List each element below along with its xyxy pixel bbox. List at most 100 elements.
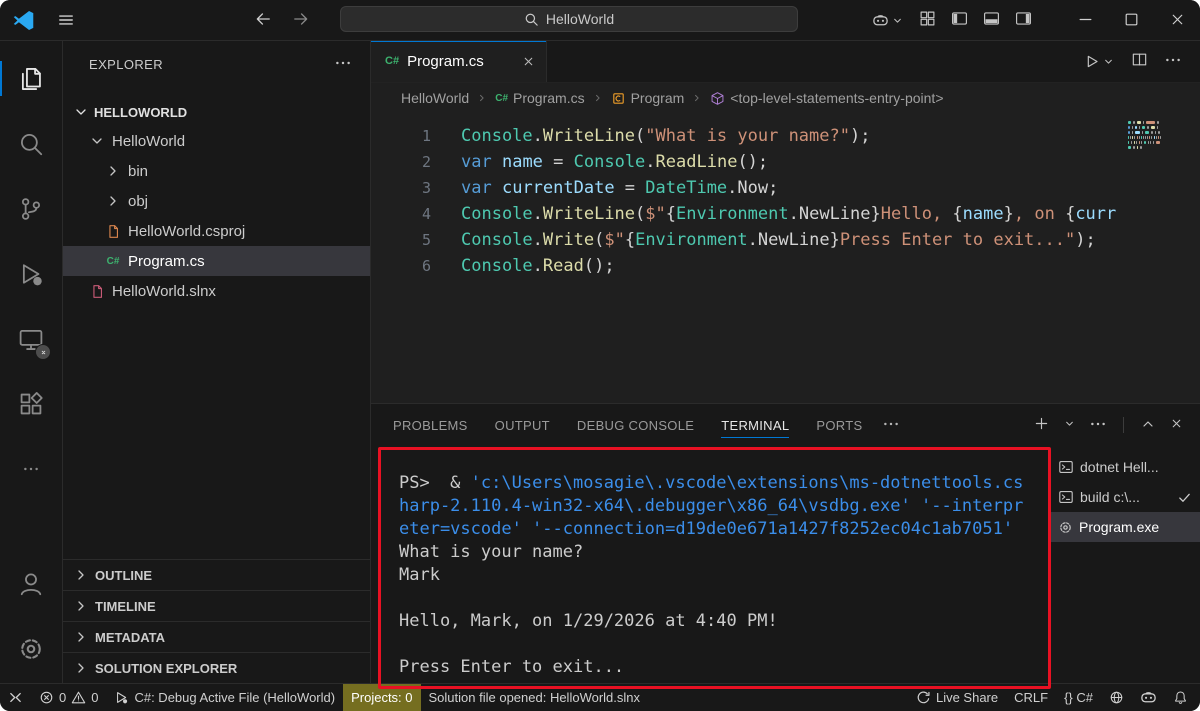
error-icon	[39, 690, 54, 705]
cube-icon	[710, 91, 725, 106]
breadcrumbs: HelloWorld C#Program.cs Program <top-level-…	[371, 83, 1200, 113]
terminal-item-label: build c:\...	[1080, 489, 1140, 505]
chev-right-icon	[73, 567, 89, 583]
terminal-line: Press Enter to exit...	[399, 656, 1050, 679]
explorer-actions-button[interactable]	[334, 54, 352, 75]
code-line-5[interactable]: 5Console.Write($"{Environment.NewLine}Pr…	[371, 227, 1200, 253]
section-timeline[interactable]: TIMELINE	[63, 590, 370, 621]
tab-program-cs[interactable]: C# Program.cs	[371, 40, 547, 82]
status-copilot-status[interactable]	[1132, 684, 1165, 711]
tree-item-helloworld-slnx[interactable]: HelloWorld.slnx	[63, 276, 370, 306]
activity-source-control[interactable]	[0, 176, 62, 241]
minimize-button[interactable]	[1062, 0, 1108, 39]
activity-run-and-debug[interactable]	[0, 241, 62, 306]
status-solution-status[interactable]: Solution file opened: HelloWorld.slnx	[421, 684, 649, 711]
status-live-share[interactable]: Live Share	[908, 684, 1006, 711]
breadcrumb-top-level-statements-entry-point[interactable]: <top-level-statements-entry-point>	[710, 90, 943, 106]
more-panel-tabs-button[interactable]	[882, 415, 900, 436]
terminal-item-program-exe[interactable]: Program.exe	[1050, 512, 1200, 542]
run-button[interactable]	[1083, 53, 1115, 70]
terminal-line: harp-2.110.4-win32-x64\.debugger\x86_64\…	[399, 495, 1050, 518]
section-solution-explorer[interactable]: SOLUTION EXPLORER	[63, 652, 370, 683]
new-terminal-button[interactable]	[1033, 415, 1050, 435]
title-bar: HelloWorld	[0, 0, 1200, 41]
panel-tab-problems[interactable]: PROBLEMS	[393, 404, 468, 446]
close-window-button[interactable]	[1154, 0, 1200, 39]
tree-item-helloworld-csproj[interactable]: HelloWorld.csproj	[63, 216, 370, 246]
code-editor[interactable]: 1Console.WriteLine("What is your name?")…	[371, 113, 1200, 403]
toggle-panel-button[interactable]	[983, 10, 1000, 30]
code-line-1[interactable]: 1Console.WriteLine("What is your name?")…	[371, 123, 1200, 149]
chevron-down-icon	[1063, 417, 1076, 430]
arrow-right-icon	[292, 10, 310, 28]
go-back-button[interactable]	[254, 10, 272, 31]
copilot-icon	[1140, 689, 1157, 706]
terminal-line	[399, 633, 1050, 656]
breadcrumb-program[interactable]: Program	[611, 90, 685, 106]
terminal-profile-dropdown[interactable]	[1063, 417, 1076, 433]
line-number: 4	[371, 201, 431, 227]
copilot-icon	[872, 12, 889, 29]
code-line-2[interactable]: 2var name = Console.ReadLine();	[371, 149, 1200, 175]
minimap[interactable]	[1128, 121, 1162, 151]
file-cs-icon: C#	[495, 93, 508, 104]
panel-tab-terminal[interactable]: TERMINAL	[721, 404, 789, 446]
command-center-search[interactable]: HelloWorld	[340, 6, 798, 32]
editor-group: C# Program.cs HelloWorldC#Program.csProg…	[371, 40, 1200, 403]
activity-more-views[interactable]	[0, 436, 62, 501]
editor-more-actions-button[interactable]	[1164, 51, 1182, 72]
terminal-item-dotnet-hell[interactable]: dotnet Hell...	[1050, 452, 1200, 482]
maximize-button[interactable]	[1108, 0, 1154, 39]
tab-label: Program.cs	[407, 53, 484, 70]
terminal-item-build-c[interactable]: build c:\...	[1050, 482, 1200, 512]
status-projects-count[interactable]: Projects: 0	[343, 684, 420, 711]
maximize-panel-button[interactable]	[1140, 416, 1156, 435]
status-globe[interactable]	[1101, 684, 1132, 711]
copilot-chat-button[interactable]	[872, 12, 904, 29]
customize-layout-button[interactable]	[919, 10, 936, 30]
breadcrumb-helloworld[interactable]: HelloWorld	[401, 90, 469, 106]
close-tab-icon[interactable]	[521, 54, 536, 69]
panel-tab-ports[interactable]: PORTS	[816, 404, 862, 446]
activity-extensions[interactable]	[0, 371, 62, 436]
activity-settings[interactable]	[0, 616, 62, 681]
more-icon	[882, 415, 900, 433]
panel-tab-output[interactable]: OUTPUT	[495, 404, 550, 446]
tree-item-obj[interactable]: obj	[63, 186, 370, 216]
terminal-output[interactable]: PS> & 'c:\Users\mosagie\.vscode\extensio…	[371, 446, 1050, 683]
code-lines: 1Console.WriteLine("What is your name?")…	[371, 123, 1200, 279]
chev-down-icon	[89, 133, 105, 149]
terminal-line: What is your name?	[399, 541, 1050, 564]
line-number: 2	[371, 149, 431, 175]
activity-accounts[interactable]	[0, 551, 62, 616]
tree-item-helloworld[interactable]: HelloWorld	[63, 126, 370, 156]
code-line-3[interactable]: 3var currentDate = DateTime.Now;	[371, 175, 1200, 201]
workspace-root[interactable]: HELLOWORLD	[63, 98, 370, 126]
panel-more-actions-button[interactable]	[1089, 415, 1107, 436]
split-editor-button[interactable]	[1131, 51, 1148, 71]
status-csharp-debug-status[interactable]: C#: Debug Active File (HelloWorld)	[106, 684, 343, 711]
status-language-mode[interactable]: {} C#	[1056, 684, 1101, 711]
status-remote-indicator[interactable]	[0, 684, 31, 711]
toggle-secondary-sidebar-button[interactable]	[1015, 10, 1032, 30]
chev-right-icon	[73, 598, 89, 614]
panel-tab-debug-console[interactable]: DEBUG CONSOLE	[577, 404, 694, 446]
status-problems[interactable]: 00	[31, 684, 106, 711]
activity-remote-explorer[interactable]	[0, 306, 62, 371]
status-eol-crlf[interactable]: CRLF	[1006, 684, 1056, 711]
toggle-primary-sidebar-button[interactable]	[951, 10, 968, 30]
panel-tabs: PROBLEMS OUTPUT DEBUG CONSOLE TERMINAL PORTS	[393, 404, 862, 446]
tree-item-program-cs[interactable]: C#Program.cs	[63, 246, 370, 276]
tree-item-bin[interactable]: bin	[63, 156, 370, 186]
code-line-4[interactable]: 4Console.WriteLine($"{Environment.NewLin…	[371, 201, 1200, 227]
code-line-6[interactable]: 6Console.Read();	[371, 253, 1200, 279]
go-forward-button[interactable]	[292, 10, 310, 31]
activity-search[interactable]	[0, 111, 62, 176]
menu-button[interactable]	[51, 5, 81, 35]
section-metadata[interactable]: METADATA	[63, 621, 370, 652]
breadcrumb-program-cs[interactable]: C#Program.cs	[495, 90, 584, 106]
status-notifications[interactable]	[1165, 684, 1196, 711]
section-outline[interactable]: OUTLINE	[63, 559, 370, 590]
activity-explorer[interactable]	[0, 46, 62, 111]
close-panel-button[interactable]	[1169, 416, 1184, 434]
